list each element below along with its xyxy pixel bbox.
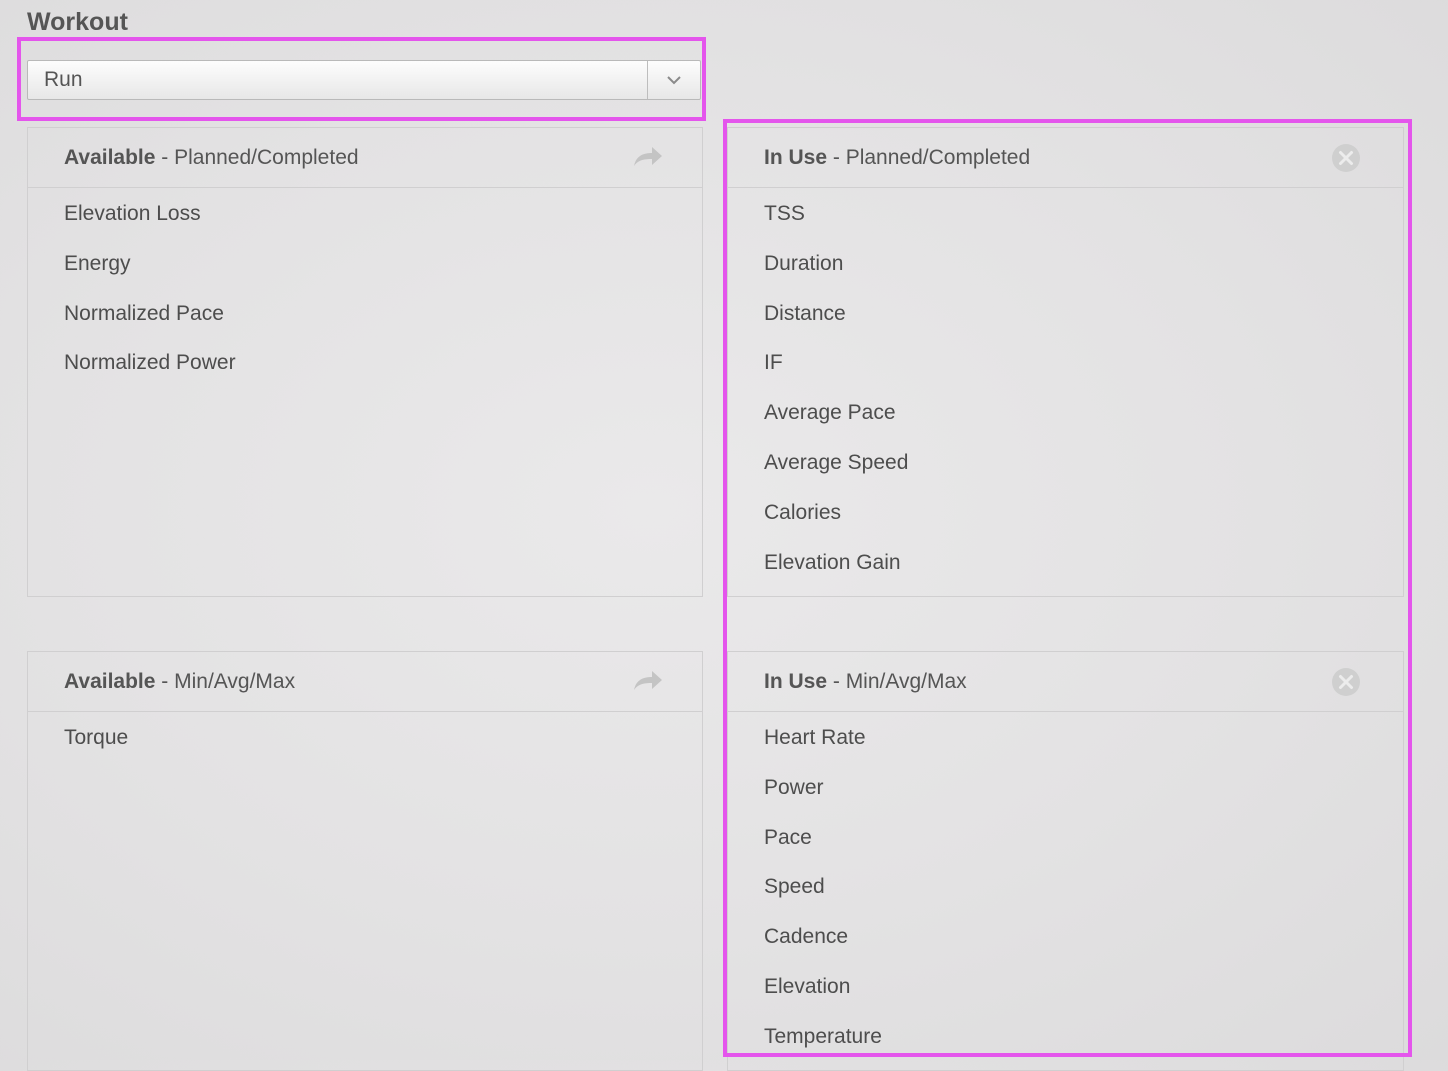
list-item[interactable]: Cadence <box>728 912 1403 962</box>
panel-title: Available - Planned/Completed <box>64 145 359 169</box>
list-item[interactable]: TSS <box>728 189 1403 239</box>
list-item[interactable]: Elevation Loss <box>28 189 702 239</box>
available-minavgmax-list: Torque <box>28 712 702 763</box>
list-item[interactable]: Torque <box>28 713 702 763</box>
workout-title: Workout <box>27 8 128 36</box>
list-item[interactable]: Power <box>728 763 1403 813</box>
list-item[interactable]: Temperature <box>728 1012 1403 1062</box>
clear-all-icon[interactable] <box>1331 667 1361 703</box>
list-item[interactable]: Elevation <box>728 962 1403 1012</box>
list-item[interactable]: Distance <box>728 289 1403 339</box>
list-item[interactable]: Calories <box>728 488 1403 538</box>
list-item[interactable]: Heart Rate <box>728 713 1403 763</box>
panel-header: Available - Min/Avg/Max <box>28 652 702 712</box>
list-item[interactable]: Average Speed <box>728 438 1403 488</box>
panel-header: In Use - Min/Avg/Max <box>728 652 1403 712</box>
list-item[interactable]: Speed <box>728 862 1403 912</box>
inuse-planned-panel: In Use - Planned/Completed TSS Duration … <box>727 127 1404 597</box>
list-item[interactable]: Average Pace <box>728 388 1403 438</box>
inuse-minavgmax-list: Heart Rate Power Pace Speed Cadence Elev… <box>728 712 1403 1062</box>
move-all-arrow-icon[interactable] <box>632 144 664 176</box>
list-item[interactable]: Pace <box>728 813 1403 863</box>
panel-header: In Use - Planned/Completed <box>728 128 1403 188</box>
chevron-down-icon[interactable] <box>647 61 700 99</box>
move-all-arrow-icon[interactable] <box>632 668 664 700</box>
list-item[interactable]: Normalized Pace <box>28 289 702 339</box>
inuse-minavgmax-panel: In Use - Min/Avg/Max Heart Rate Power Pa… <box>727 651 1404 1071</box>
inuse-planned-list: TSS Duration Distance IF Average Pace Av… <box>728 188 1403 587</box>
panel-title: Available - Min/Avg/Max <box>64 669 296 693</box>
select-value: Run <box>44 68 83 91</box>
list-item[interactable]: IF <box>728 338 1403 388</box>
list-item[interactable]: Duration <box>728 239 1403 289</box>
workout-type-select[interactable]: Run <box>27 60 701 100</box>
list-item[interactable]: Elevation Gain <box>728 538 1403 588</box>
panel-title: In Use - Min/Avg/Max <box>764 669 967 693</box>
available-planned-panel: Available - Planned/Completed Elevation … <box>27 127 703 597</box>
clear-all-icon[interactable] <box>1331 143 1361 179</box>
available-minavgmax-panel: Available - Min/Avg/Max Torque <box>27 651 703 1071</box>
list-item[interactable]: Energy <box>28 239 702 289</box>
panel-header: Available - Planned/Completed <box>28 128 702 188</box>
available-planned-list: Elevation Loss Energy Normalized Pace No… <box>28 188 702 388</box>
list-item[interactable]: Normalized Power <box>28 338 702 388</box>
panel-title: In Use - Planned/Completed <box>764 145 1031 169</box>
